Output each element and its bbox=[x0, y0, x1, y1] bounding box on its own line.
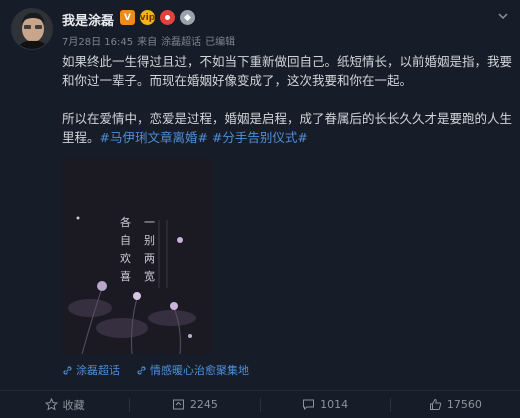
verified-badge-icon[interactable]: V bbox=[120, 10, 135, 25]
poster-text-right: 一别两宽 bbox=[144, 216, 155, 283]
username[interactable]: 我是涂磊 bbox=[62, 10, 114, 29]
post-source[interactable]: 涂磊超话 bbox=[161, 33, 201, 48]
vip-badge-icon[interactable]: vip bbox=[140, 10, 155, 25]
like-count: 17560 bbox=[446, 398, 482, 411]
post-date[interactable]: 7月28日 16:45 bbox=[62, 33, 133, 48]
collect-label: 收藏 bbox=[62, 398, 85, 412]
repost-button[interactable]: 2245 bbox=[130, 391, 259, 418]
chevron-down-icon[interactable] bbox=[496, 8, 510, 22]
medal-badge-icon[interactable] bbox=[180, 10, 195, 25]
comment-icon bbox=[303, 399, 315, 411]
user-badges: V vip bbox=[120, 10, 195, 25]
post-image[interactable]: 各自欢喜 一别两宽 bbox=[62, 158, 212, 354]
poster-text-left: 各自欢喜 bbox=[120, 216, 131, 283]
link-icon bbox=[137, 365, 146, 375]
repost-icon bbox=[172, 399, 184, 410]
comment-count: 1014 bbox=[320, 398, 349, 411]
post-text: 如果终此一生得过且过，不如当下重新做回自己。纸短情长，以前婚姻是指，我要和你过一… bbox=[62, 52, 512, 147]
fan-badge-icon[interactable] bbox=[160, 10, 175, 25]
related-links: 涂磊超话 情感暖心治愈聚集地 bbox=[62, 362, 249, 378]
paragraph-2: 所以在爱情中，恋爱是过程，婚姻是启程，成了眷属后的长长久久才是要跑的人生里程。#… bbox=[62, 109, 512, 147]
source-prefix: 来自 bbox=[137, 37, 158, 48]
group-link[interactable]: 情感暖心治愈聚集地 bbox=[136, 362, 249, 378]
action-bar: 收藏 2245 1014 17560 bbox=[0, 390, 520, 418]
hashtag-link[interactable]: #分手告别仪式# bbox=[212, 130, 308, 145]
collect-button[interactable]: 收藏 bbox=[0, 391, 129, 418]
star-icon bbox=[44, 398, 58, 411]
avatar[interactable] bbox=[11, 8, 53, 50]
like-button[interactable]: 17560 bbox=[391, 391, 520, 418]
super-topic-label[interactable]: 涂磊超话 bbox=[76, 362, 120, 378]
comment-button[interactable]: 1014 bbox=[261, 391, 390, 418]
repost-count: 2245 bbox=[189, 398, 218, 411]
paragraph-1: 如果终此一生得过且过，不如当下重新做回自己。纸短情长，以前婚姻是指，我要和你过一… bbox=[62, 54, 513, 88]
post-meta: 7月28日 16:45 来自 涂磊超话 已编辑 bbox=[62, 33, 235, 48]
hashtag-link[interactable]: #马伊琍文章离婚# bbox=[100, 130, 208, 145]
weibo-post: 我是涂磊 V vip 7月28日 16:45 来自 涂磊超话 已编辑 如果终此一… bbox=[0, 0, 520, 418]
group-label[interactable]: 情感暖心治愈聚集地 bbox=[150, 362, 249, 378]
edited-status[interactable]: 已编辑 bbox=[205, 33, 235, 48]
super-topic-link[interactable]: 涂磊超话 bbox=[62, 362, 120, 378]
link-icon bbox=[63, 365, 72, 375]
thumbs-up-icon bbox=[429, 398, 442, 410]
